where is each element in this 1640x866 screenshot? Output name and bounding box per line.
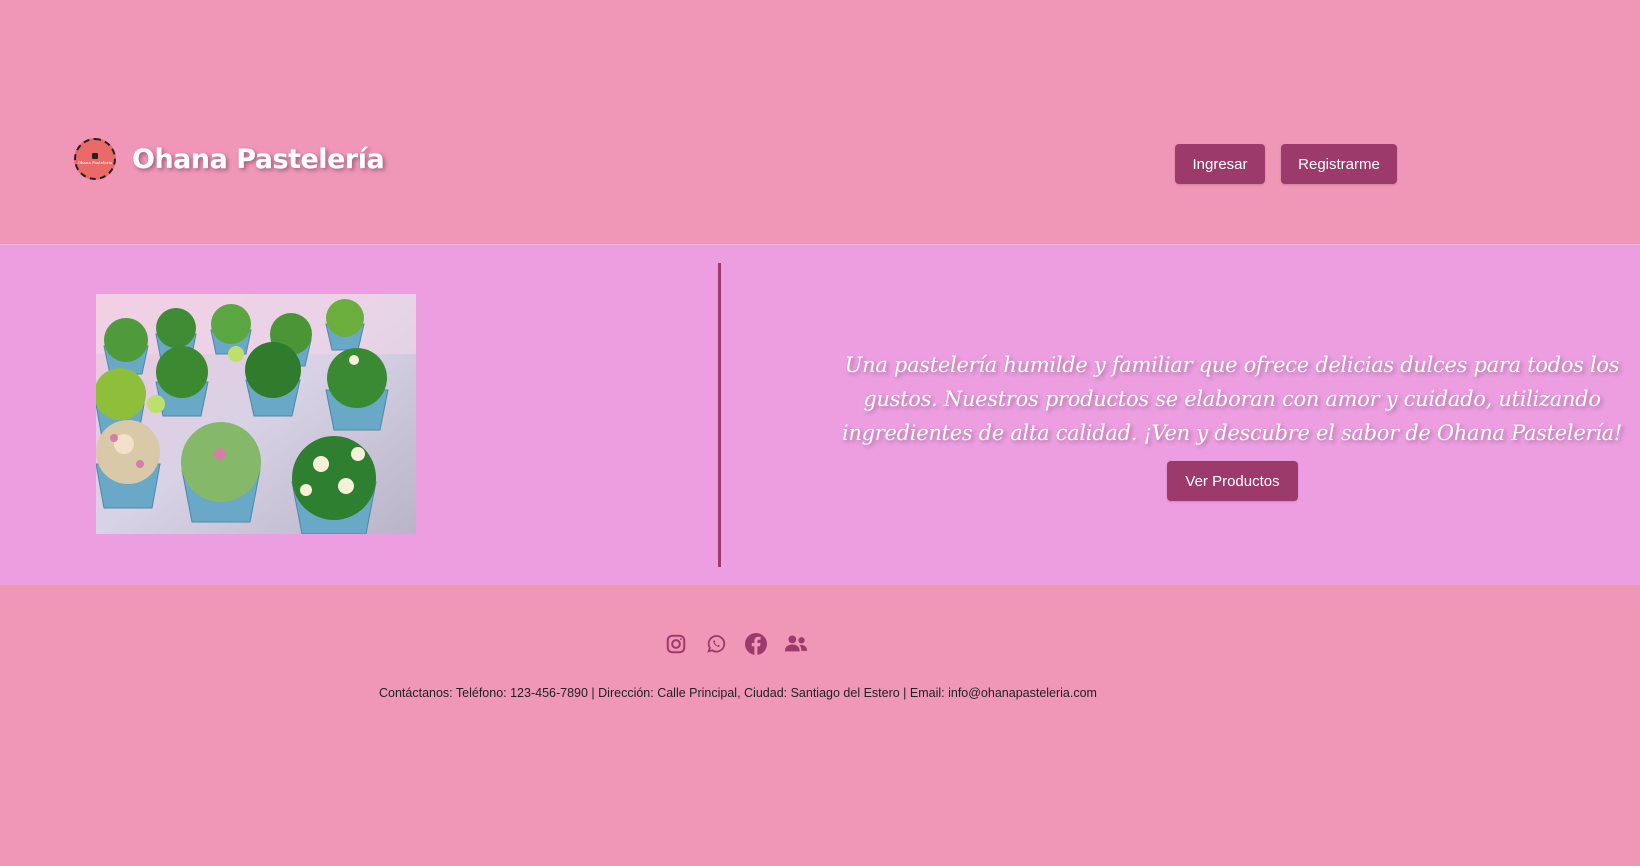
contact-info: Contáctanos: Teléfono: 123-456-7890 | Di…: [379, 685, 1097, 700]
facebook-icon[interactable]: [744, 632, 768, 656]
logo[interactable]: Ohana Pastelería: [74, 138, 116, 180]
logo-text: Ohana Pastelería: [77, 160, 113, 165]
site-header: Ohana Pastelería Ohana Pastelería Ingres…: [0, 0, 1640, 244]
header-nav: Ingresar Registrarme: [1175, 144, 1397, 184]
vertical-divider: [718, 263, 721, 567]
brand[interactable]: Ohana Pastelería Ohana Pastelería: [74, 138, 385, 180]
social-links: [664, 632, 808, 656]
register-button[interactable]: Registrarme: [1281, 144, 1397, 184]
cupcakes-image: [96, 294, 416, 534]
site-footer: Contáctanos: Teléfono: 123-456-7890 | Di…: [0, 585, 1640, 866]
hero-section: Una pastelería humilde y familiar que of…: [0, 244, 1640, 586]
view-products-button[interactable]: Ver Productos: [1167, 461, 1298, 501]
whatsapp-icon[interactable]: [704, 632, 728, 656]
logo-cake-icon: [92, 153, 98, 159]
login-button[interactable]: Ingresar: [1175, 144, 1265, 184]
instagram-icon[interactable]: [664, 632, 688, 656]
users-icon[interactable]: [784, 632, 808, 656]
hero-tagline: Una pastelería humilde y familiar que of…: [842, 353, 1622, 445]
brand-name[interactable]: Ohana Pastelería: [132, 144, 385, 175]
